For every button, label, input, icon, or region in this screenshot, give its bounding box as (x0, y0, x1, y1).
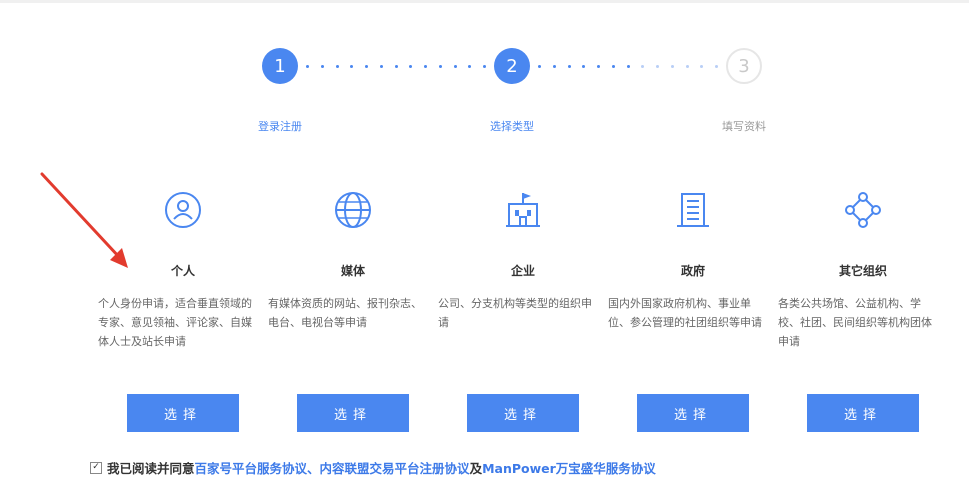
select-government-button[interactable]: 选择 (637, 394, 749, 432)
card-description: 公司、分支机构等类型的组织申请 (438, 297, 592, 329)
building-flag-icon (506, 193, 540, 227)
agreement-prefix: 我已阅读并同意 (107, 461, 195, 476)
card-enterprise: 企业 公司、分支机构等类型的组织申请 选择 (438, 190, 608, 490)
step-2-number: 2 (506, 55, 518, 77)
step-connector-2 (538, 64, 718, 68)
top-divider (0, 0, 969, 3)
select-media-button[interactable]: 选择 (297, 394, 409, 432)
annotation-arrow-icon (40, 172, 128, 268)
card-title: 企业 (510, 264, 535, 278)
card-government: 政府 国内外国家政府机构、事业单位、参公管理的社团组织等申请 选择 (608, 190, 778, 490)
step-1-circle: 1 (262, 48, 298, 84)
content-alliance-agreement-link[interactable]: 内容联盟交易平台注册协议 (320, 458, 470, 477)
agreement-separator: 、 (307, 461, 320, 476)
card-description: 各类公共场馆、公益机构、学校、社团、民间组织等机构团体申请 (778, 297, 932, 348)
select-other-organization-button[interactable]: 选择 (807, 394, 919, 432)
card-title: 媒体 (340, 264, 365, 278)
office-building-icon (677, 193, 709, 227)
step-1-label: 登录注册 (258, 120, 302, 133)
step-1-number: 1 (274, 55, 286, 77)
card-media: 媒体 有媒体资质的网站、报刊杂志、电台、电视台等申请 选择 (268, 190, 438, 490)
person-icon (165, 192, 201, 228)
step-2-label: 选择类型 (490, 120, 534, 133)
card-title: 政府 (680, 264, 705, 278)
baijiahao-service-agreement-link[interactable]: 百家号平台服务协议 (195, 458, 308, 477)
agreement-row: ✓ 我已阅读并同意 百家号平台服务协议 、 内容联盟交易平台注册协议 及 Man… (90, 458, 656, 477)
step-3-number: 3 (738, 55, 750, 77)
agreement-checkbox[interactable]: ✓ (90, 461, 102, 474)
network-nodes-icon (845, 192, 881, 228)
step-3-label: 填写资料 (722, 120, 766, 133)
globe-icon (335, 192, 371, 228)
card-description: 国内外国家政府机构、事业单位、参公管理的社团组织等申请 (608, 297, 762, 329)
step-2-circle: 2 (494, 48, 530, 84)
step-connector-1 (306, 64, 486, 68)
step-3-circle: 3 (726, 48, 762, 84)
card-description: 个人身份申请，适合垂直领域的专家、意见领袖、评论家、自媒体人士及站长申请 (98, 297, 252, 348)
select-personal-button[interactable]: 选择 (127, 394, 239, 432)
card-description: 有媒体资质的网站、报刊杂志、电台、电视台等申请 (268, 297, 422, 329)
card-other-organization: 其它组织 各类公共场馆、公益机构、学校、社团、民间组织等机构团体申请 选择 (778, 190, 948, 490)
card-title: 其它组织 (838, 264, 887, 278)
agreement-conjunction: 及 (469, 461, 483, 476)
manpower-agreement-link[interactable]: ManPower万宝盛华服务协议 (482, 458, 656, 477)
select-enterprise-button[interactable]: 选择 (467, 394, 579, 432)
